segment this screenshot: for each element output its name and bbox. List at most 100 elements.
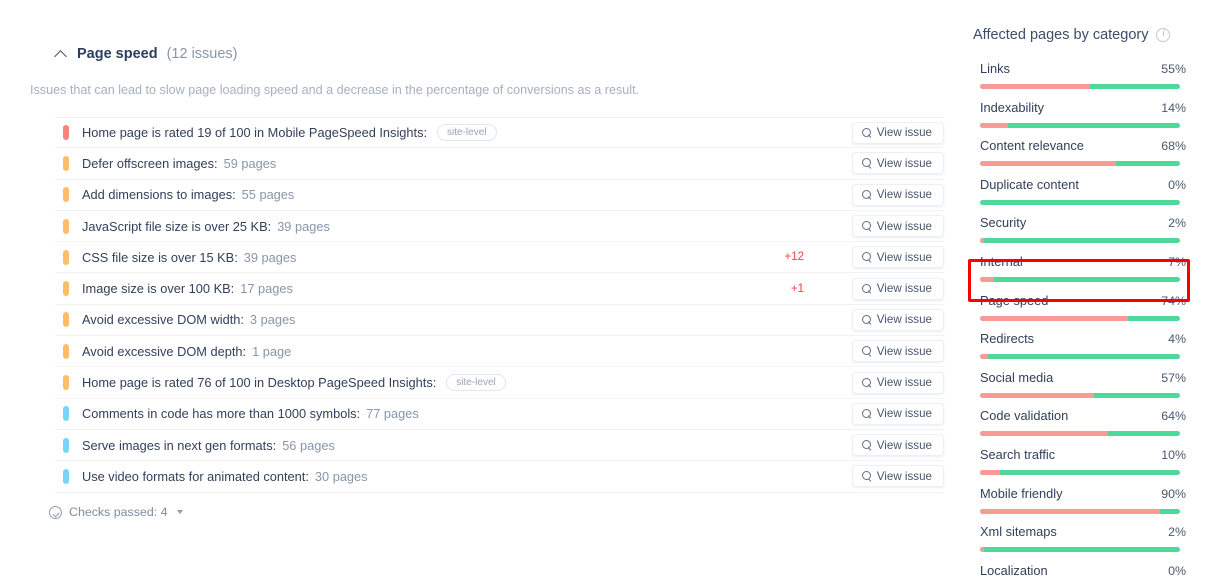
- severity-indicator-warn: [63, 218, 69, 234]
- section-issue-count: (12 issues): [166, 46, 238, 62]
- issue-row[interactable]: CSS file size is over 15 KB: 39 pages +12 V…: [55, 242, 944, 274]
- category-progress-bar: [980, 315, 1180, 321]
- category-percent: 0%: [1168, 177, 1186, 192]
- category-progress-fill: [980, 354, 988, 360]
- category-item[interactable]: Search traffic 10%: [980, 443, 1186, 482]
- view-issue-button[interactable]: View issue: [851, 465, 944, 488]
- category-item[interactable]: Indexability 14%: [980, 96, 1186, 135]
- category-row: Search traffic 10%: [980, 443, 1186, 462]
- search-icon: [861, 377, 872, 388]
- category-row: Social media 57%: [980, 366, 1186, 385]
- issue-title: CSS file size is over 15 KB:: [82, 249, 238, 265]
- view-issue-label: View issue: [876, 469, 932, 483]
- issue-row[interactable]: Serve images in next gen formats: 56 page…: [55, 430, 944, 462]
- category-name: Search traffic: [980, 446, 1056, 462]
- view-issue-label: View issue: [876, 126, 932, 140]
- issue-row[interactable]: JavaScript file size is over 25 KB: 39 pa…: [55, 211, 944, 243]
- search-icon: [861, 189, 872, 200]
- category-name: Social media: [980, 369, 1054, 385]
- category-progress-bar: [980, 547, 1180, 553]
- issue-row[interactable]: Use video formats for animated content: 3…: [55, 461, 944, 493]
- category-progress-fill: [980, 84, 1090, 89]
- category-name: Localization: [980, 562, 1048, 578]
- view-issue-button[interactable]: View issue: [851, 308, 944, 331]
- search-icon: [861, 471, 872, 481]
- issue-title: Comments in code has more than 1000 symb…: [82, 406, 361, 422]
- category-item[interactable]: Localization 0%: [980, 559, 1186, 586]
- caret-down-icon[interactable]: [176, 510, 183, 514]
- category-item[interactable]: Redirects 4%: [980, 327, 1186, 366]
- view-issue-label: View issue: [876, 282, 932, 296]
- severity-indicator-notice: [63, 437, 69, 453]
- issue-title: Add dimensions to images:: [82, 187, 236, 203]
- info-icon[interactable]: i: [1156, 28, 1171, 42]
- chevron-up-icon[interactable]: [55, 48, 68, 61]
- view-issue-button[interactable]: View issue: [851, 340, 944, 363]
- view-issue-button[interactable]: View issue: [851, 402, 944, 425]
- category-progress-fill: [980, 469, 1000, 475]
- category-progress-bar: [980, 199, 1180, 205]
- issue-row[interactable]: Defer offscreen images: 59 pages View issu…: [55, 148, 944, 180]
- category-percent: 10%: [1161, 447, 1186, 462]
- checks-passed-toggle[interactable]: Checks passed: 4: [49, 505, 183, 519]
- category-row: Localization 0%: [980, 559, 1186, 578]
- view-issue-button[interactable]: View issue: [851, 371, 944, 394]
- view-issue-button[interactable]: View issue: [851, 215, 944, 238]
- view-issue-button[interactable]: View issue: [851, 277, 944, 300]
- category-row: Code validation 64%: [980, 404, 1186, 423]
- category-name: Xml sitemaps: [980, 524, 1057, 540]
- issue-row[interactable]: Comments in code has more than 1000 symb…: [55, 399, 944, 430]
- category-name: Code validation: [980, 408, 1069, 424]
- view-issue-label: View issue: [876, 313, 932, 327]
- category-item[interactable]: Xml sitemaps 2%: [980, 520, 1186, 559]
- scope-tag: site-level: [446, 374, 506, 392]
- category-percent: 2%: [1168, 525, 1186, 540]
- issue-row[interactable]: Add dimensions to images: 55 pages View is…: [55, 180, 944, 211]
- category-item[interactable]: Social media 57%: [980, 366, 1186, 405]
- category-percent: 57%: [1161, 370, 1186, 385]
- issue-row[interactable]: Avoid excessive DOM depth: 1 page View iss…: [55, 336, 944, 368]
- category-item[interactable]: Links 55%: [980, 57, 1186, 96]
- category-name: Security: [980, 215, 1027, 231]
- view-issue-label: View issue: [876, 376, 932, 390]
- issue-title: Avoid excessive DOM depth:: [82, 343, 247, 359]
- severity-indicator-notice: [63, 406, 69, 422]
- issue-title: Avoid excessive DOM width:: [82, 312, 244, 328]
- view-issue-button[interactable]: View issue: [851, 183, 944, 206]
- issue-list: Home page is rated 19 of 100 in Mobile P…: [55, 117, 944, 493]
- issue-page-count: 1 page: [252, 343, 292, 359]
- category-item[interactable]: Mobile friendly 90%: [980, 482, 1186, 521]
- severity-indicator-warn: [63, 343, 69, 359]
- category-progress-fill: [980, 276, 994, 282]
- issue-row[interactable]: Avoid excessive DOM width: 3 pages View is…: [55, 305, 944, 337]
- category-progress-fill: [980, 392, 1094, 398]
- category-progress-bar: [980, 122, 1180, 128]
- issue-row[interactable]: Home page is rated 19 of 100 in Mobile P…: [55, 117, 944, 149]
- view-issue-button[interactable]: View issue: [851, 121, 944, 144]
- view-issue-label: View issue: [876, 344, 932, 358]
- view-issue-label: View issue: [876, 188, 932, 202]
- category-item[interactable]: Content relevance 68%: [980, 134, 1186, 173]
- category-item[interactable]: Internal 7%: [980, 250, 1186, 289]
- issue-row[interactable]: Image size is over 100 KB: 17 pages +1 View…: [55, 273, 944, 305]
- severity-indicator-notice: [63, 468, 69, 484]
- severity-indicator-warn: [63, 281, 69, 297]
- view-issue-button[interactable]: View issue: [851, 152, 944, 175]
- category-item[interactable]: Code validation 64%: [980, 404, 1186, 443]
- issue-page-count: 3 pages: [249, 312, 296, 328]
- view-issue-button[interactable]: View issue: [851, 434, 944, 457]
- issue-title: Use video formats for animated content:: [82, 468, 309, 484]
- issue-row[interactable]: Home page is rated 76 of 100 in Desktop …: [55, 367, 944, 399]
- severity-indicator-warn: [63, 187, 69, 203]
- view-issue-label: View issue: [876, 219, 932, 233]
- section-description: Issues that can lead to slow page loadin…: [30, 83, 640, 97]
- category-item[interactable]: Page speed 74%: [980, 289, 1186, 328]
- category-row: Links 55%: [980, 57, 1186, 76]
- view-issue-button[interactable]: View issue: [851, 246, 944, 269]
- category-item[interactable]: Security 2%: [980, 211, 1186, 250]
- category-progress-fill: [980, 315, 1128, 321]
- category-item[interactable]: Duplicate content 0%: [980, 173, 1186, 212]
- severity-indicator-warn: [63, 155, 69, 171]
- search-icon: [861, 221, 872, 231]
- page-speed-section-header[interactable]: Page speed (12 issues): [55, 46, 238, 62]
